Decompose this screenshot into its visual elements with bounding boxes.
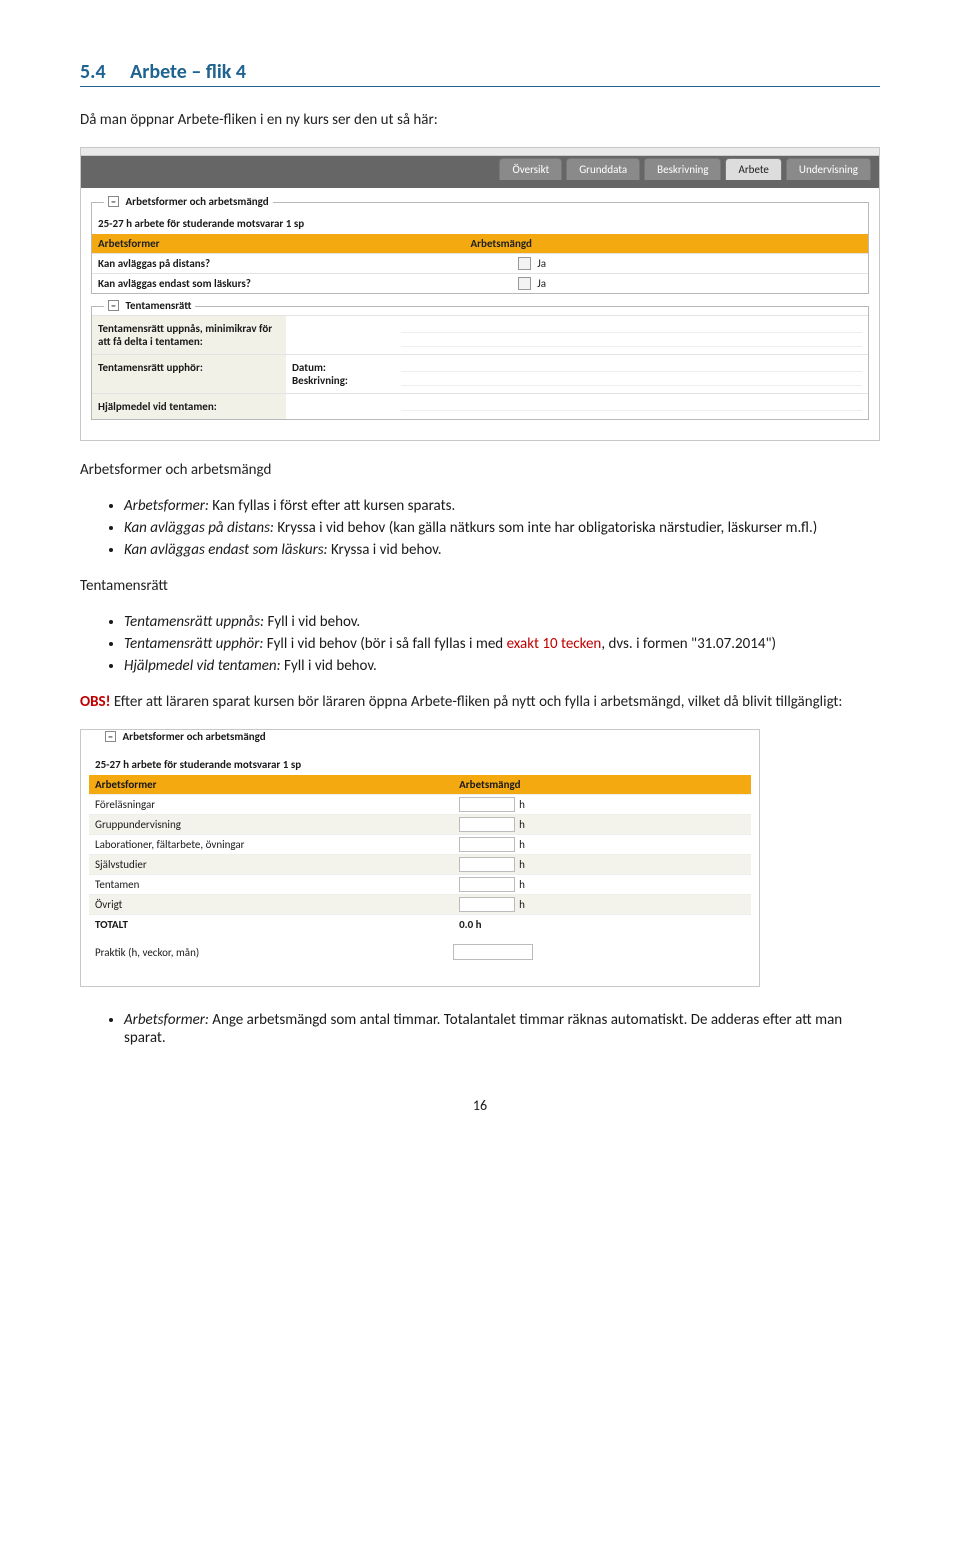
heading-title: Arbete – flik 4	[130, 60, 246, 84]
fieldset-arbetsformer-2: − Arbetsformer och arbetsmängd 25-27 h a…	[89, 744, 751, 960]
input-praktik[interactable]	[453, 944, 533, 960]
screenshot-arbetsmangd: − Arbetsformer och arbetsmängd 25-27 h a…	[80, 729, 760, 987]
hours-input[interactable]	[459, 797, 515, 812]
tab-översikt[interactable]: Översikt	[499, 158, 562, 180]
tab-arbete[interactable]: Arbete	[725, 158, 781, 180]
fieldset-legend-2: − Arbetsformer och arbetsmängd	[101, 730, 270, 743]
field-hjalpmedel[interactable]	[395, 394, 868, 419]
tab-bar: ÖversiktGrunddataBeskrivningArbeteUnderv…	[81, 156, 879, 188]
label-laskurs: Kan avläggas endast som läskurs?	[98, 277, 518, 290]
columns-header: Arbetsformer Arbetsmängd	[92, 234, 868, 253]
bullets-tentamensratt: Tentamensrätt uppnås: Fyll i vid behov. …	[80, 613, 880, 675]
label-tent-upphor: Tentamensrätt upphör:	[92, 355, 286, 393]
tab-undervisning[interactable]: Undervisning	[786, 158, 871, 180]
col-arbetsmangd-2: Arbetsmängd	[453, 775, 751, 794]
checkbox-laskurs[interactable]	[518, 277, 531, 290]
hours-table: Arbetsformer Arbetsmängd FöreläsningarhG…	[89, 775, 751, 934]
field-tent-upphor[interactable]	[395, 355, 868, 393]
collapse-icon[interactable]: −	[105, 731, 116, 742]
subheading-tentamensratt: Tentamensrätt	[80, 577, 880, 595]
intro-paragraph: Då man öppnar Arbete-fliken i en ny kurs…	[80, 111, 880, 129]
fieldset-arbetsformer: − Arbetsformer och arbetsmängd 25-27 h a…	[91, 202, 869, 294]
row-label: Övrigt	[89, 895, 453, 914]
label-praktik: Praktik (h, veckor, mån)	[95, 946, 453, 959]
hours-input[interactable]	[459, 837, 515, 852]
row-totalt: TOTALT 0.0 h	[89, 914, 751, 934]
totalt-label: TOTALT	[89, 915, 453, 934]
tab-beskrivning[interactable]: Beskrivning	[644, 158, 721, 180]
field-tent-uppnas[interactable]	[395, 316, 868, 354]
label-beskrivning: Beskrivning:	[292, 374, 389, 387]
col-arbetsformer-2: Arbetsformer	[89, 775, 453, 794]
unit-label: h	[519, 898, 525, 911]
heading-number: 5.4	[80, 60, 106, 84]
fieldset-title-tent: Tentamensrätt	[126, 299, 192, 312]
fieldset-legend: − Arbetsformer och arbetsmängd	[104, 195, 273, 208]
collapse-icon[interactable]: −	[108, 300, 119, 311]
table-row: Tentamen h	[89, 874, 751, 894]
option-text-ja-2: Ja	[537, 277, 546, 290]
unit-label: h	[519, 838, 525, 851]
unit-label: h	[519, 818, 525, 831]
section-heading: 5.4 Arbete – flik 4	[80, 60, 880, 87]
row-laskurs: Kan avläggas endast som läskurs? Ja	[92, 273, 868, 293]
col-arbetsformer: Arbetsformer	[92, 234, 464, 253]
page-number: 16	[80, 1097, 880, 1114]
bullets-footer: Arbetsformer: Ange arbetsmängd som antal…	[80, 1011, 880, 1047]
obs-paragraph: OBS! Efter att läraren sparat kursen bör…	[80, 693, 880, 711]
row-label: Tentamen	[89, 875, 453, 894]
fieldset-legend-tent: − Tentamensrätt	[104, 299, 195, 312]
tab-grunddata[interactable]: Grunddata	[566, 158, 640, 180]
totalt-value: 0.0 h	[453, 916, 751, 933]
row-distans: Kan avläggas på distans? Ja	[92, 253, 868, 273]
hours-input[interactable]	[459, 877, 515, 892]
obs-label: OBS!	[80, 693, 111, 711]
table-row: Övrigt h	[89, 894, 751, 914]
unit-label: h	[519, 798, 525, 811]
table-row: Självstudier h	[89, 854, 751, 874]
table-row: Laborationer, fältarbete, övningar h	[89, 834, 751, 854]
row-label: Laborationer, fältarbete, övningar	[89, 835, 453, 854]
subheading-arbetsformer: Arbetsformer och arbetsmängd	[80, 461, 880, 479]
table-row: Gruppundervisning h	[89, 814, 751, 834]
row-label: Föreläsningar	[89, 795, 453, 814]
columns-header-2: Arbetsformer Arbetsmängd	[89, 775, 751, 794]
hours-input[interactable]	[459, 857, 515, 872]
table-row: Föreläsningar h	[89, 794, 751, 814]
screenshot-arbete-tab: ÖversiktGrunddataBeskrivningArbeteUnderv…	[80, 147, 880, 441]
bullets-arbetsformer: Arbetsformer: Kan fyllas i först efter a…	[80, 497, 880, 559]
collapse-icon[interactable]: −	[108, 196, 119, 207]
checkbox-distans[interactable]	[518, 257, 531, 270]
fieldset-title-2: Arbetsformer och arbetsmängd	[123, 730, 266, 743]
col-arbetsmangd: Arbetsmängd	[464, 234, 868, 253]
row-label: Självstudier	[89, 855, 453, 874]
sp-note: 25-27 h arbete för studerande motsvarar …	[92, 213, 868, 234]
row-label: Gruppundervisning	[89, 815, 453, 834]
hours-input[interactable]	[459, 817, 515, 832]
row-praktik: Praktik (h, veckor, mån)	[89, 934, 751, 960]
option-text-ja-1: Ja	[537, 257, 546, 270]
unit-label: h	[519, 878, 525, 891]
fieldset-tentamensratt: − Tentamensrätt Tentamensrätt uppnås, mi…	[91, 306, 869, 420]
label-distans: Kan avläggas på distans?	[98, 257, 518, 270]
unit-label: h	[519, 858, 525, 871]
window-chrome-bar	[81, 148, 879, 156]
sp-note-2: 25-27 h arbete för studerande motsvarar …	[89, 754, 751, 775]
fieldset-title: Arbetsformer och arbetsmängd	[126, 195, 269, 208]
label-hjalpmedel: Hjälpmedel vid tentamen:	[92, 394, 286, 419]
label-tent-uppnas: Tentamensrätt uppnås, minimikrav för att…	[92, 316, 286, 354]
label-datum: Datum:	[292, 361, 389, 374]
hours-input[interactable]	[459, 897, 515, 912]
